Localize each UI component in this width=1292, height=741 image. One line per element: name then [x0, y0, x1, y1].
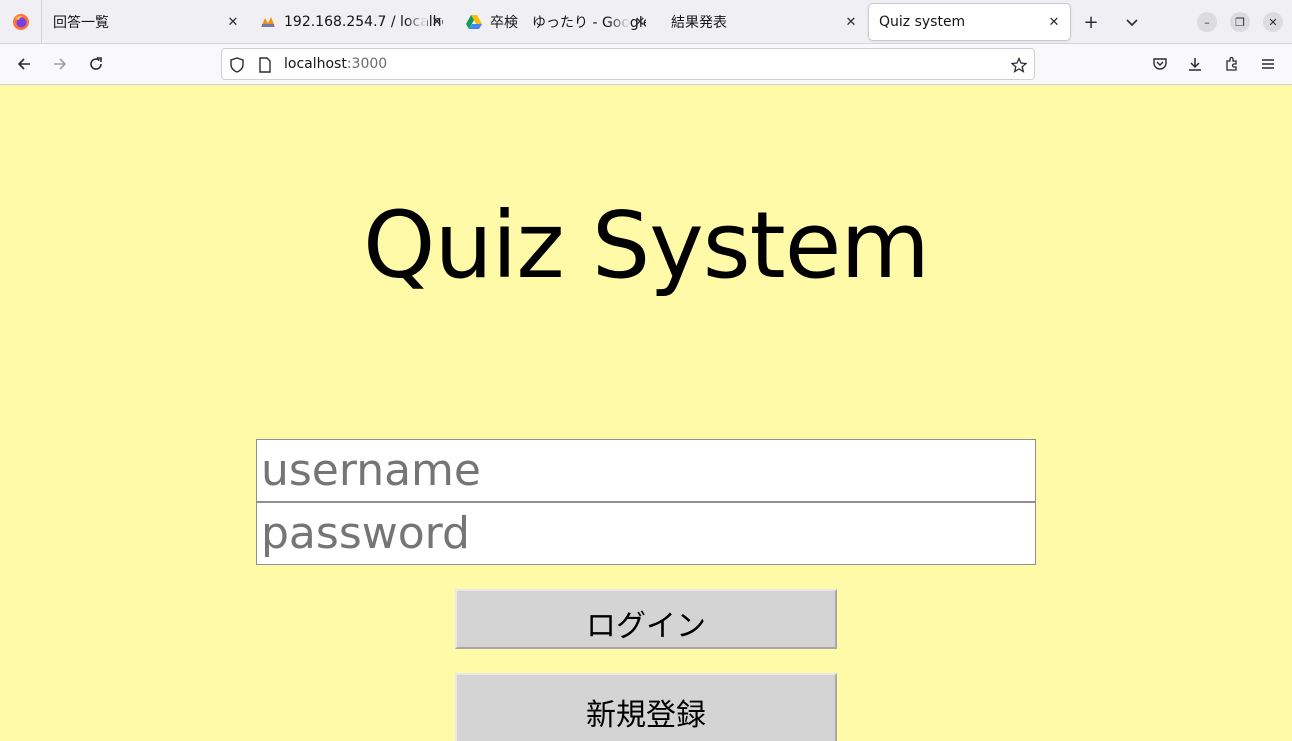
back-button[interactable] [10, 50, 38, 78]
tab-fade [608, 4, 630, 40]
username-input[interactable] [256, 439, 1036, 502]
login-button-label: ログイン [586, 609, 706, 644]
page-icon[interactable] [256, 56, 274, 74]
pocket-icon [1153, 58, 1167, 70]
tab-label: 結果発表 [671, 15, 727, 31]
tab-label: 回答一覧 [53, 15, 109, 31]
close-icon[interactable]: ✕ [1046, 14, 1062, 30]
url-host: localhost [284, 56, 347, 72]
firefox-view-button[interactable] [0, 0, 42, 44]
reload-button[interactable] [82, 50, 110, 78]
url-port: :3000 [346, 56, 388, 72]
new-tab-button[interactable]: + [1077, 8, 1105, 36]
puzzle-icon [1226, 56, 1237, 71]
extensions-button[interactable] [1218, 50, 1246, 78]
minimize-icon: – [1204, 15, 1210, 29]
tab-strip: 回答一覧 ✕ 192.168.254.7 / localhost ✕ 卒検 ゆっ… [0, 0, 1292, 44]
downloads-button[interactable] [1181, 50, 1209, 78]
minimize-button[interactable]: – [1197, 12, 1217, 32]
arrow-left-icon [17, 58, 30, 70]
firefox-icon [12, 14, 29, 30]
hamburger-menu-icon [1262, 59, 1274, 69]
tab-results[interactable]: 結果発表 ✕ [661, 4, 867, 40]
tab-google-drive[interactable]: 卒検 ゆったり - Google ドライブ ✕ [456, 4, 656, 40]
url-text: localhost:3000 [284, 56, 387, 72]
download-icon [1189, 58, 1201, 71]
login-button[interactable]: ログイン [455, 589, 837, 649]
close-icon: ✕ [1268, 15, 1278, 29]
phpmyadmin-icon [260, 14, 276, 30]
tab-quiz-system[interactable]: Quiz system ✕ [869, 4, 1070, 40]
tab-label: Quiz system [879, 14, 966, 30]
close-icon[interactable]: ✕ [843, 14, 859, 30]
tab-fade [405, 4, 427, 40]
plus-icon: + [1083, 11, 1099, 33]
reload-icon [90, 57, 102, 70]
password-input[interactable] [256, 502, 1036, 565]
register-button-label: 新規登録 [586, 698, 706, 733]
forward-button[interactable] [46, 50, 74, 78]
shield-icon[interactable] [228, 56, 246, 74]
close-icon[interactable]: ✕ [225, 14, 241, 30]
page-title: Quiz System [363, 192, 930, 299]
close-icon[interactable]: ✕ [429, 14, 445, 30]
restore-icon: ❐ [1235, 15, 1245, 29]
tab-answer-list[interactable]: 回答一覧 ✕ [43, 4, 249, 40]
close-window-button[interactable]: ✕ [1263, 12, 1283, 32]
tab-phpmyadmin[interactable]: 192.168.254.7 / localhost ✕ [250, 4, 453, 40]
list-all-tabs-button[interactable] [1118, 8, 1146, 36]
navigation-bar: localhost:3000 [0, 44, 1292, 85]
google-drive-icon [466, 14, 482, 30]
bookmark-star-icon[interactable] [1010, 56, 1028, 74]
menu-button[interactable] [1254, 50, 1282, 78]
close-icon[interactable]: ✕ [632, 14, 648, 30]
pocket-button[interactable] [1146, 50, 1174, 78]
register-button[interactable]: 新規登録 [455, 673, 837, 741]
address-bar[interactable]: localhost:3000 [221, 48, 1035, 80]
chevron-down-icon [1126, 19, 1138, 27]
arrow-right-icon [54, 58, 67, 70]
restore-button[interactable]: ❐ [1230, 12, 1250, 32]
